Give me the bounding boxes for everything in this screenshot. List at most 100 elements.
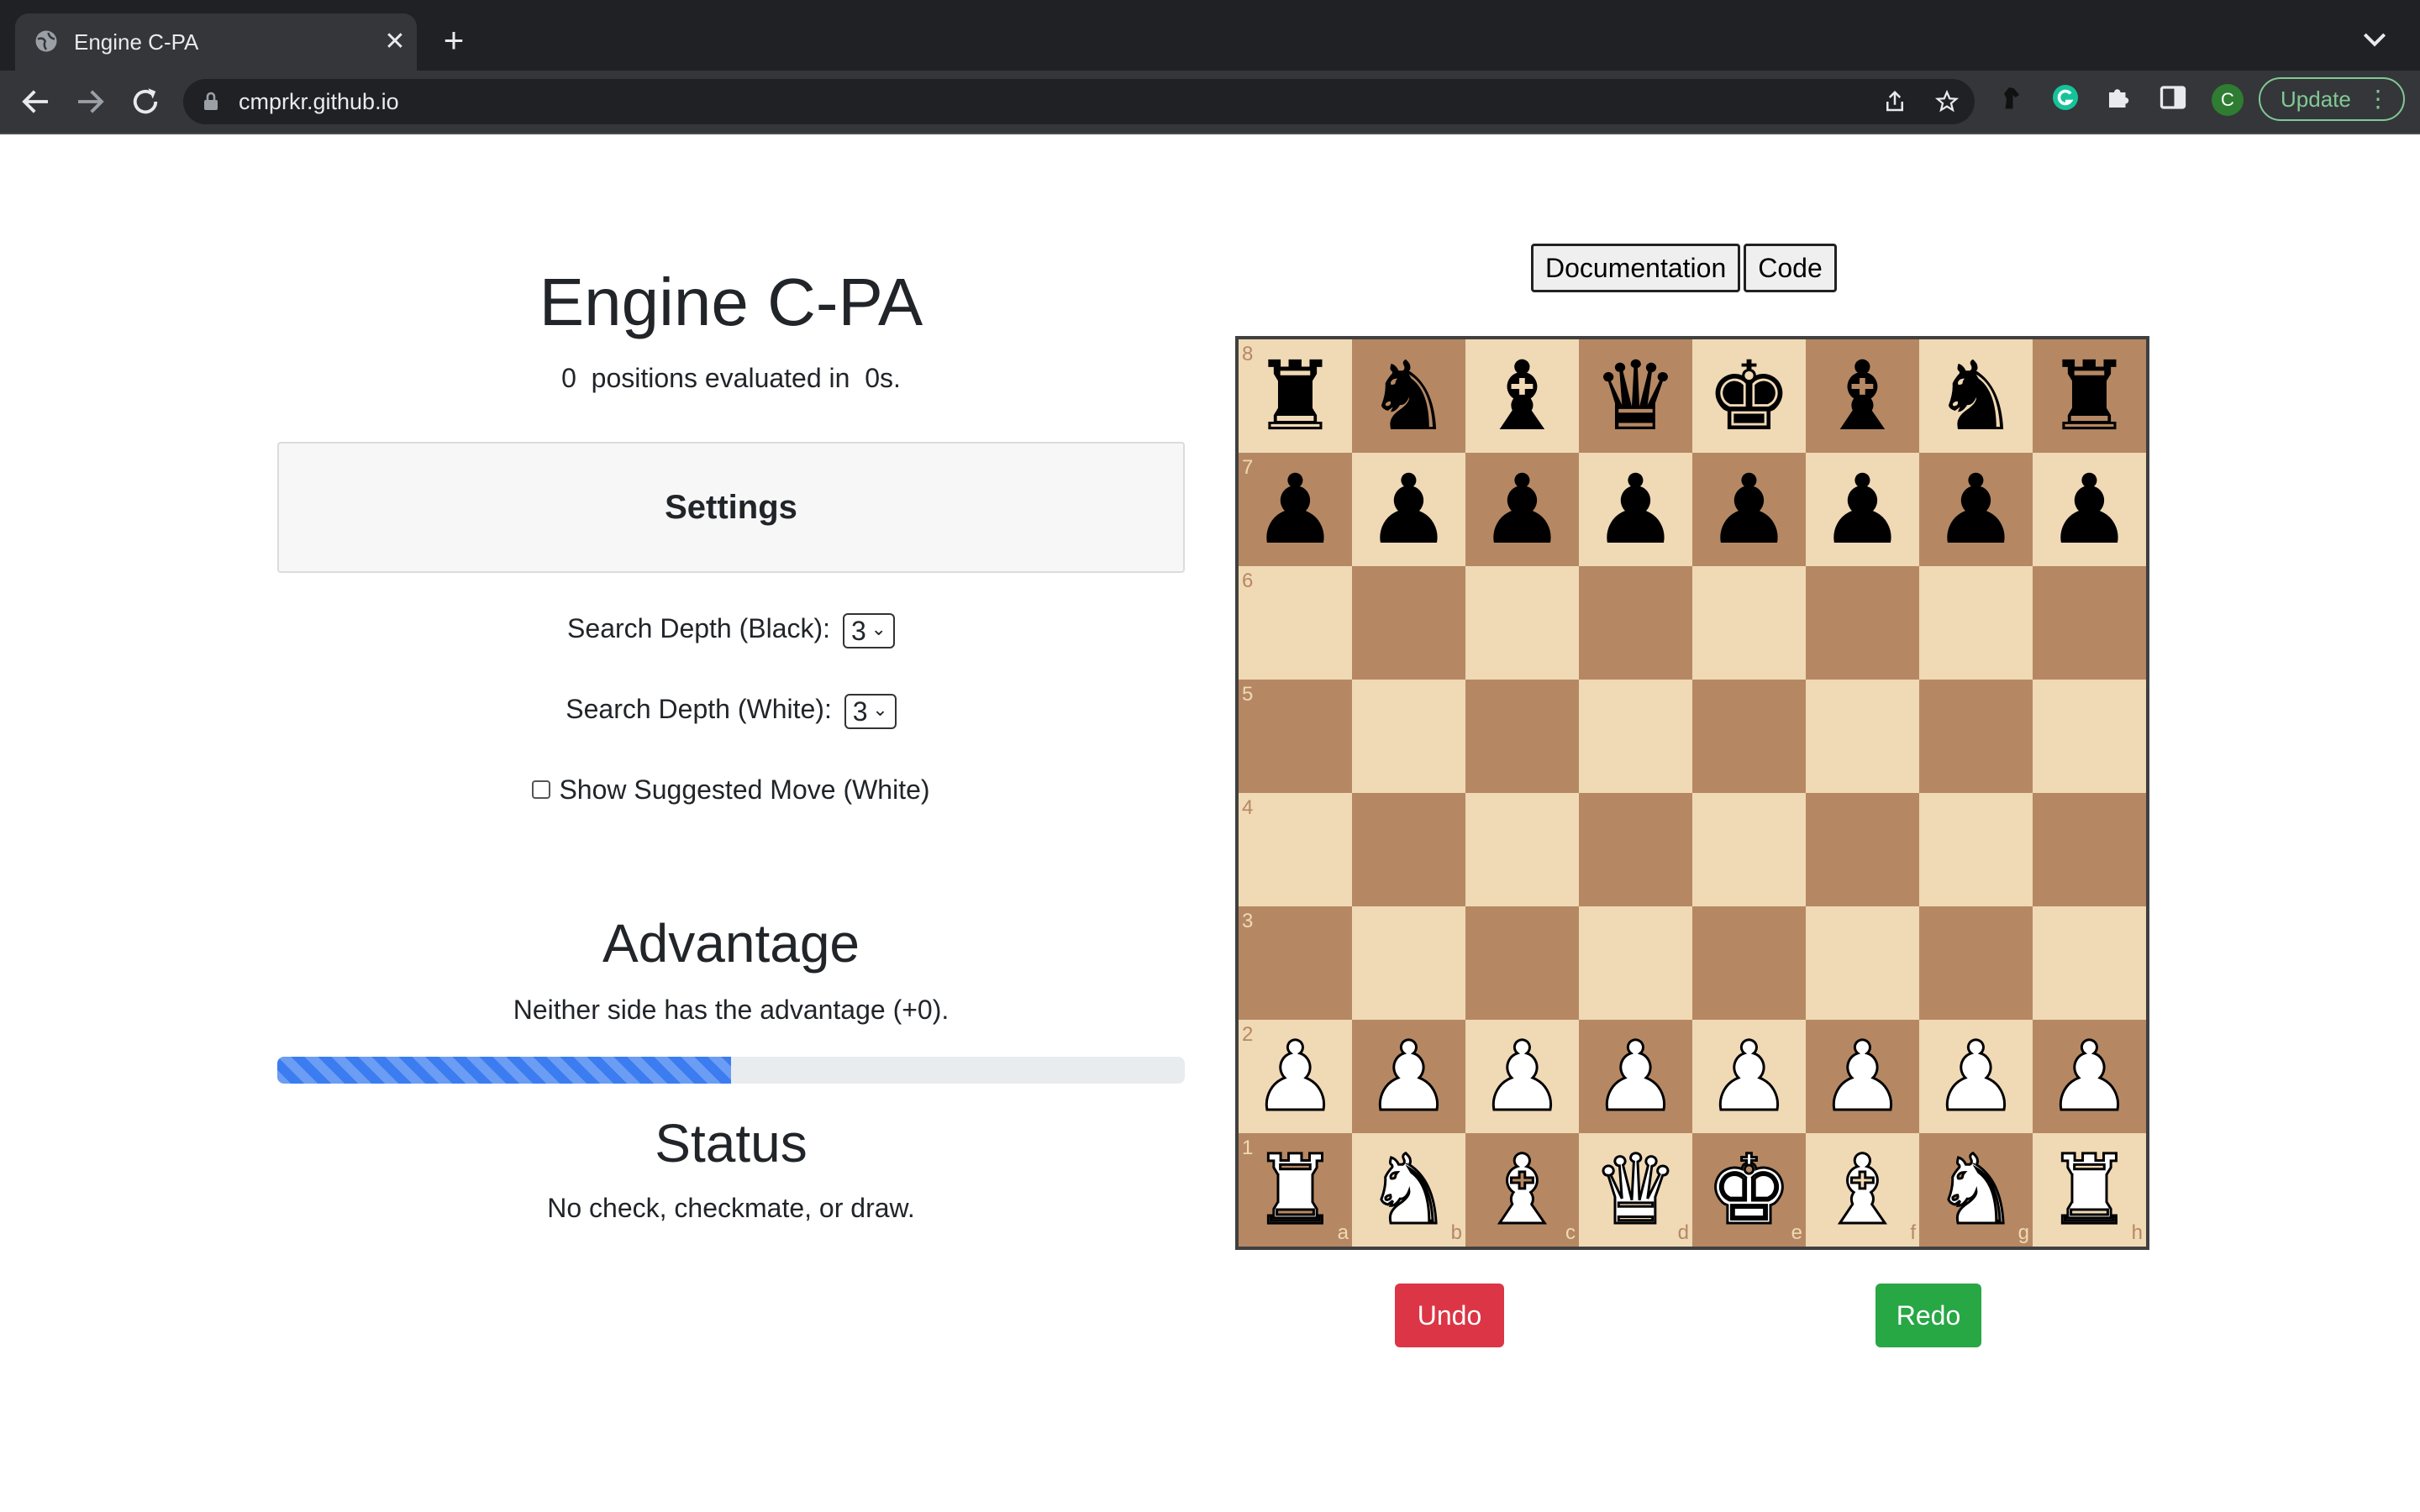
square-f3[interactable] [1806, 906, 1919, 1020]
white-pawn-icon[interactable]: ♟ [2033, 1020, 2146, 1134]
square-h1[interactable]: h ♜ [2033, 1133, 2146, 1247]
square-c3[interactable] [1465, 906, 1579, 1020]
undo-button[interactable]: Undo [1395, 1284, 1504, 1347]
square-f2[interactable]: ♟ [1806, 1020, 1919, 1134]
square-b1[interactable]: b ♞ [1352, 1133, 1465, 1247]
black-queen-icon[interactable]: ♛ [1579, 339, 1692, 453]
black-rook-icon[interactable]: ♜ [1239, 339, 1352, 453]
square-b5[interactable] [1352, 680, 1465, 793]
square-h3[interactable] [2033, 906, 2146, 1020]
settings-card[interactable]: Settings [277, 442, 1185, 573]
square-e1[interactable]: e ♚ [1692, 1133, 1806, 1247]
suggest-move-label[interactable]: Show Suggested Move (White) [559, 774, 929, 805]
depth-white-select[interactable]: 3 ⌄ [844, 693, 897, 729]
bookmark-star-icon[interactable] [1934, 89, 1960, 114]
square-g3[interactable] [1919, 906, 2033, 1020]
reload-icon[interactable] [128, 84, 163, 119]
square-b2[interactable]: ♟ [1352, 1020, 1465, 1134]
more-vertical-icon[interactable]: ⋮ [2366, 79, 2390, 119]
square-b6[interactable] [1352, 566, 1465, 680]
square-f8[interactable]: ♝ [1806, 339, 1919, 453]
square-c4[interactable] [1465, 793, 1579, 906]
black-pawn-icon[interactable]: ♟ [1806, 453, 1919, 566]
white-pawn-icon[interactable]: ♟ [1806, 1020, 1919, 1134]
depth-black-select[interactable]: 3 ⌄ [842, 612, 895, 648]
black-pawn-icon[interactable]: ♟ [1579, 453, 1692, 566]
square-d7[interactable]: ♟ [1579, 453, 1692, 566]
square-c8[interactable]: ♝ [1465, 339, 1579, 453]
square-f6[interactable] [1806, 566, 1919, 680]
square-c5[interactable] [1465, 680, 1579, 793]
white-knight-icon[interactable]: ♞ [1352, 1133, 1465, 1247]
black-pawn-icon[interactable]: ♟ [1465, 453, 1579, 566]
square-d2[interactable]: ♟ [1579, 1020, 1692, 1134]
square-a3[interactable]: 3 [1239, 906, 1352, 1020]
square-g6[interactable] [1919, 566, 2033, 680]
white-rook-icon[interactable]: ♜ [2033, 1133, 2146, 1247]
black-rook-icon[interactable]: ♜ [2033, 339, 2146, 453]
square-e2[interactable]: ♟ [1692, 1020, 1806, 1134]
white-pawn-icon[interactable]: ♟ [1352, 1020, 1465, 1134]
square-h4[interactable] [2033, 793, 2146, 906]
profile-avatar[interactable]: C [2212, 84, 2244, 116]
white-rook-icon[interactable]: ♜ [1239, 1133, 1352, 1247]
black-knight-icon[interactable]: ♞ [1352, 339, 1465, 453]
square-f4[interactable] [1806, 793, 1919, 906]
square-a6[interactable]: 6 [1239, 566, 1352, 680]
side-panel-icon[interactable] [2158, 82, 2188, 113]
black-knight-icon[interactable]: ♞ [1919, 339, 2033, 453]
white-pawn-icon[interactable]: ♟ [1579, 1020, 1692, 1134]
back-arrow-icon[interactable] [18, 84, 54, 119]
square-b8[interactable]: ♞ [1352, 339, 1465, 453]
black-pawn-icon[interactable]: ♟ [1919, 453, 2033, 566]
square-h6[interactable] [2033, 566, 2146, 680]
update-button[interactable]: Update ⋮ [2259, 77, 2405, 121]
square-a2[interactable]: 2 ♟ [1239, 1020, 1352, 1134]
square-a8[interactable]: 8 ♜ [1239, 339, 1352, 453]
close-tab-icon[interactable]: ✕ [378, 25, 412, 59]
suggest-move-checkbox[interactable] [532, 780, 551, 799]
square-f7[interactable]: ♟ [1806, 453, 1919, 566]
white-queen-icon[interactable]: ♛ [1579, 1133, 1692, 1247]
white-bishop-icon[interactable]: ♝ [1465, 1133, 1579, 1247]
square-g5[interactable] [1919, 680, 2033, 793]
black-bishop-icon[interactable]: ♝ [1465, 339, 1579, 453]
redo-button[interactable]: Redo [1876, 1284, 1981, 1347]
square-c7[interactable]: ♟ [1465, 453, 1579, 566]
black-pawn-icon[interactable]: ♟ [1352, 453, 1465, 566]
square-g4[interactable] [1919, 793, 2033, 906]
square-b4[interactable] [1352, 793, 1465, 906]
white-pawn-icon[interactable]: ♟ [1919, 1020, 2033, 1134]
square-h5[interactable] [2033, 680, 2146, 793]
black-pawn-icon[interactable]: ♟ [2033, 453, 2146, 566]
square-d3[interactable] [1579, 906, 1692, 1020]
white-pawn-icon[interactable]: ♟ [1465, 1020, 1579, 1134]
black-bishop-icon[interactable]: ♝ [1806, 339, 1919, 453]
code-button[interactable]: Code [1744, 244, 1837, 292]
browser-tab[interactable]: Engine C-PA ✕ [15, 13, 417, 71]
square-d8[interactable]: ♛ [1579, 339, 1692, 453]
black-pawn-icon[interactable]: ♟ [1239, 453, 1352, 566]
new-tab-icon[interactable]: + [434, 20, 474, 60]
square-e3[interactable] [1692, 906, 1806, 1020]
square-g2[interactable]: ♟ [1919, 1020, 2033, 1134]
chevron-down-icon[interactable] [2358, 22, 2391, 55]
lock-icon[interactable] [202, 92, 220, 112]
white-bishop-icon[interactable]: ♝ [1806, 1133, 1919, 1247]
square-h2[interactable]: ♟ [2033, 1020, 2146, 1134]
square-d6[interactable] [1579, 566, 1692, 680]
white-pawn-icon[interactable]: ♟ [1239, 1020, 1352, 1134]
white-king-icon[interactable]: ♚ [1692, 1133, 1806, 1247]
square-a7[interactable]: 7 ♟ [1239, 453, 1352, 566]
square-b7[interactable]: ♟ [1352, 453, 1465, 566]
square-g8[interactable]: ♞ [1919, 339, 2033, 453]
square-c2[interactable]: ♟ [1465, 1020, 1579, 1134]
square-g7[interactable]: ♟ [1919, 453, 2033, 566]
square-e6[interactable] [1692, 566, 1806, 680]
black-pawn-icon[interactable]: ♟ [1692, 453, 1806, 566]
square-e5[interactable] [1692, 680, 1806, 793]
square-e8[interactable]: ♚ [1692, 339, 1806, 453]
white-pawn-icon[interactable]: ♟ [1692, 1020, 1806, 1134]
square-d5[interactable] [1579, 680, 1692, 793]
square-a1[interactable]: 1 a ♜ [1239, 1133, 1352, 1247]
